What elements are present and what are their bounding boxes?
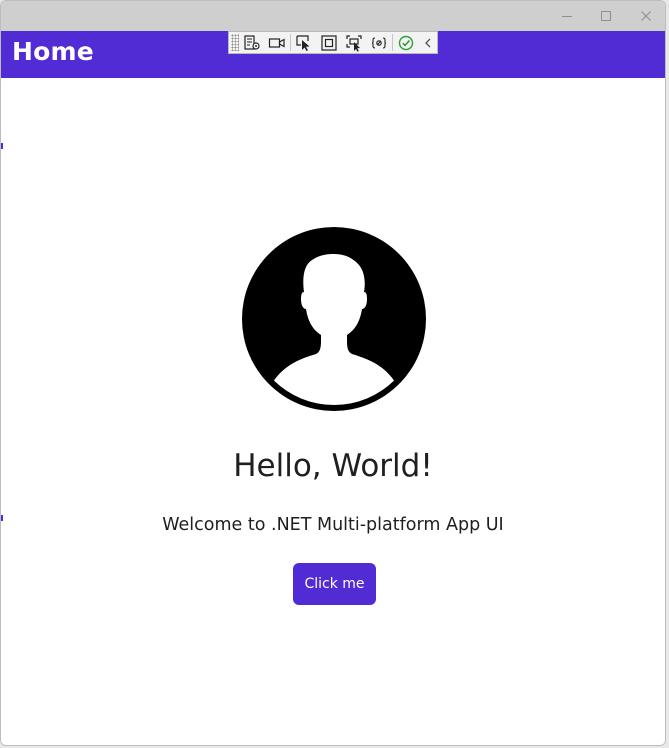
close-button[interactable] [626,1,665,31]
binding-failures-icon [372,36,387,49]
select-element-button[interactable] [293,32,316,53]
go-to-live-visual-tree-icon [244,34,260,50]
record-icon [269,37,285,48]
welcome-subheading: Welcome to .NET Multi-platform App UI [162,515,504,535]
select-element-icon [296,34,310,51]
minimize-icon [562,16,572,17]
page-title: Home [12,37,94,66]
track-focused-element-icon [346,34,362,52]
close-icon [641,11,651,21]
toolbar-separator [289,34,291,51]
app-window: Home Hello, World! Welcome to .NET Multi… [0,0,666,746]
track-focused-element-button[interactable] [343,32,366,53]
toolbar-separator [391,34,393,51]
click-me-button[interactable]: Click me [293,563,376,605]
toolbar-grip[interactable] [231,34,239,51]
edge-artifact [1,515,3,521]
user-avatar-icon [242,227,426,411]
display-layout-adorners-icon [321,34,337,51]
accessibility-check-icon [398,35,414,50]
hello-heading: Hello, World! [233,448,433,484]
go-to-live-visual-tree-button[interactable] [241,32,264,53]
collapse-toolbar-button[interactable] [420,32,437,53]
display-layout-adorners-button[interactable] [318,32,341,53]
edge-artifact [1,143,3,149]
main-content: Hello, World! Welcome to .NET Multi-plat… [1,78,665,745]
minimize-button[interactable] [547,1,587,31]
title-bar[interactable] [1,1,665,31]
maximize-icon [601,11,611,21]
record-button[interactable] [266,32,289,53]
collapse-toolbar-icon [425,38,431,47]
accessibility-check-button[interactable] [395,32,418,53]
xaml-debug-toolbar [228,31,438,54]
maximize-button[interactable] [586,1,626,31]
binding-failures-button[interactable] [368,32,391,53]
